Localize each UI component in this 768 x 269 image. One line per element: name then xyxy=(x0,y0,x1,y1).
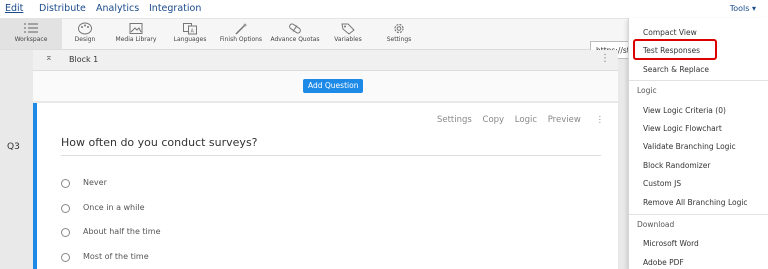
question-settings-link[interactable]: Settings xyxy=(437,115,472,125)
radio-button[interactable] xyxy=(61,228,70,237)
add-question-area: Add Question xyxy=(33,71,618,101)
toolbar-label: Workspace xyxy=(14,36,48,43)
menu-section-logic: Logic xyxy=(637,86,657,95)
divider xyxy=(61,155,601,156)
top-nav: Edit Distribute Analytics Integration To… xyxy=(0,0,768,19)
menu-item-compact-view[interactable]: Compact View xyxy=(643,28,697,37)
radio-button[interactable] xyxy=(61,253,70,262)
menu-divider xyxy=(629,80,768,81)
tools-dropdown-button[interactable]: Tools ▾ xyxy=(730,4,756,13)
pill-icon xyxy=(289,23,301,34)
tab-integration[interactable]: Integration xyxy=(149,3,201,14)
toolbar-label: Advance Quotas xyxy=(270,36,320,43)
more-vertical-icon[interactable]: ⋮ xyxy=(596,115,605,125)
toolbar-design[interactable]: Design xyxy=(68,19,102,49)
toolbar-label: Languages xyxy=(173,36,207,43)
toolbar-media-library[interactable]: Media Library xyxy=(114,19,158,49)
menu-divider xyxy=(629,214,768,215)
question-preview-link[interactable]: Preview xyxy=(548,115,581,125)
toolbar-languages[interactable]: A Languages xyxy=(172,19,208,49)
menu-item-block-randomizer[interactable]: Block Randomizer xyxy=(643,161,710,170)
menu-item-adobe-pdf[interactable]: Adobe PDF xyxy=(643,258,684,267)
tag-icon xyxy=(341,23,355,35)
list-icon xyxy=(24,23,38,33)
question-copy-link[interactable]: Copy xyxy=(483,115,505,125)
wand-icon xyxy=(235,23,248,35)
translate-icon: A xyxy=(183,23,197,35)
menu-item-custom-js[interactable]: Custom JS xyxy=(643,179,681,188)
image-icon xyxy=(129,23,143,34)
choice-label: Once in a while xyxy=(83,203,145,212)
menu-item-search-replace[interactable]: Search & Replace xyxy=(643,65,709,74)
toolbar-workspace[interactable]: Workspace xyxy=(0,19,62,49)
choice-label: Most of the time xyxy=(83,252,149,261)
choice-label: Never xyxy=(83,178,107,187)
tab-distribute[interactable]: Distribute xyxy=(39,3,86,14)
menu-item-remove-all-branching-logic[interactable]: Remove All Branching Logic xyxy=(643,198,748,207)
question-logic-link[interactable]: Logic xyxy=(515,115,537,125)
highlight-box xyxy=(633,39,717,60)
toolbar-label: Design xyxy=(74,36,96,43)
radio-button[interactable] xyxy=(61,179,70,188)
toolbar-finish-options[interactable]: Finish Options xyxy=(218,19,264,49)
tab-analytics[interactable]: Analytics xyxy=(96,3,139,14)
toolbar-label: Media Library xyxy=(115,36,157,43)
more-vertical-icon[interactable]: ⋮ xyxy=(600,53,610,64)
toolbar-label: Settings xyxy=(386,36,412,43)
menu-item-validate-branching-logic[interactable]: Validate Branching Logic xyxy=(643,142,736,151)
toolbar-advance-quotas[interactable]: Advance Quotas xyxy=(270,19,320,49)
tab-edit[interactable]: Edit xyxy=(5,3,23,14)
tools-label: Tools xyxy=(729,4,750,13)
menu-item-view-logic-criteria[interactable]: View Logic Criteria (0) xyxy=(643,106,726,115)
block-header: ⌅ Block 1 ⋮ xyxy=(33,50,618,71)
toolbar-variables[interactable]: Variables xyxy=(330,19,366,49)
svg-text:A: A xyxy=(191,29,195,35)
choice-label: About half the time xyxy=(83,227,161,236)
menu-item-view-logic-flowchart[interactable]: View Logic Flowchart xyxy=(643,124,722,133)
caret-down-icon: ▾ xyxy=(751,4,756,13)
palette-icon xyxy=(78,22,92,35)
menu-section-download: Download xyxy=(637,220,675,229)
block-title: Block 1 xyxy=(69,55,99,64)
toolbar-label: Variables xyxy=(334,36,362,43)
question-card: Settings Copy Logic Preview ⋮ How often … xyxy=(33,103,618,269)
question-text[interactable]: How often do you conduct surveys? xyxy=(61,136,258,149)
toolbar-settings[interactable]: Settings xyxy=(384,19,414,49)
collapse-icon[interactable]: ⌅ xyxy=(45,53,53,63)
gear-icon xyxy=(394,23,404,34)
menu-item-microsoft-word[interactable]: Microsoft Word xyxy=(643,239,699,248)
radio-button[interactable] xyxy=(61,204,70,213)
add-question-button[interactable]: Add Question xyxy=(303,79,364,93)
question-actions: Settings Copy Logic Preview ⋮ xyxy=(429,115,604,125)
question-number: Q3 xyxy=(7,142,20,152)
toolbar-label: Finish Options xyxy=(219,36,263,43)
